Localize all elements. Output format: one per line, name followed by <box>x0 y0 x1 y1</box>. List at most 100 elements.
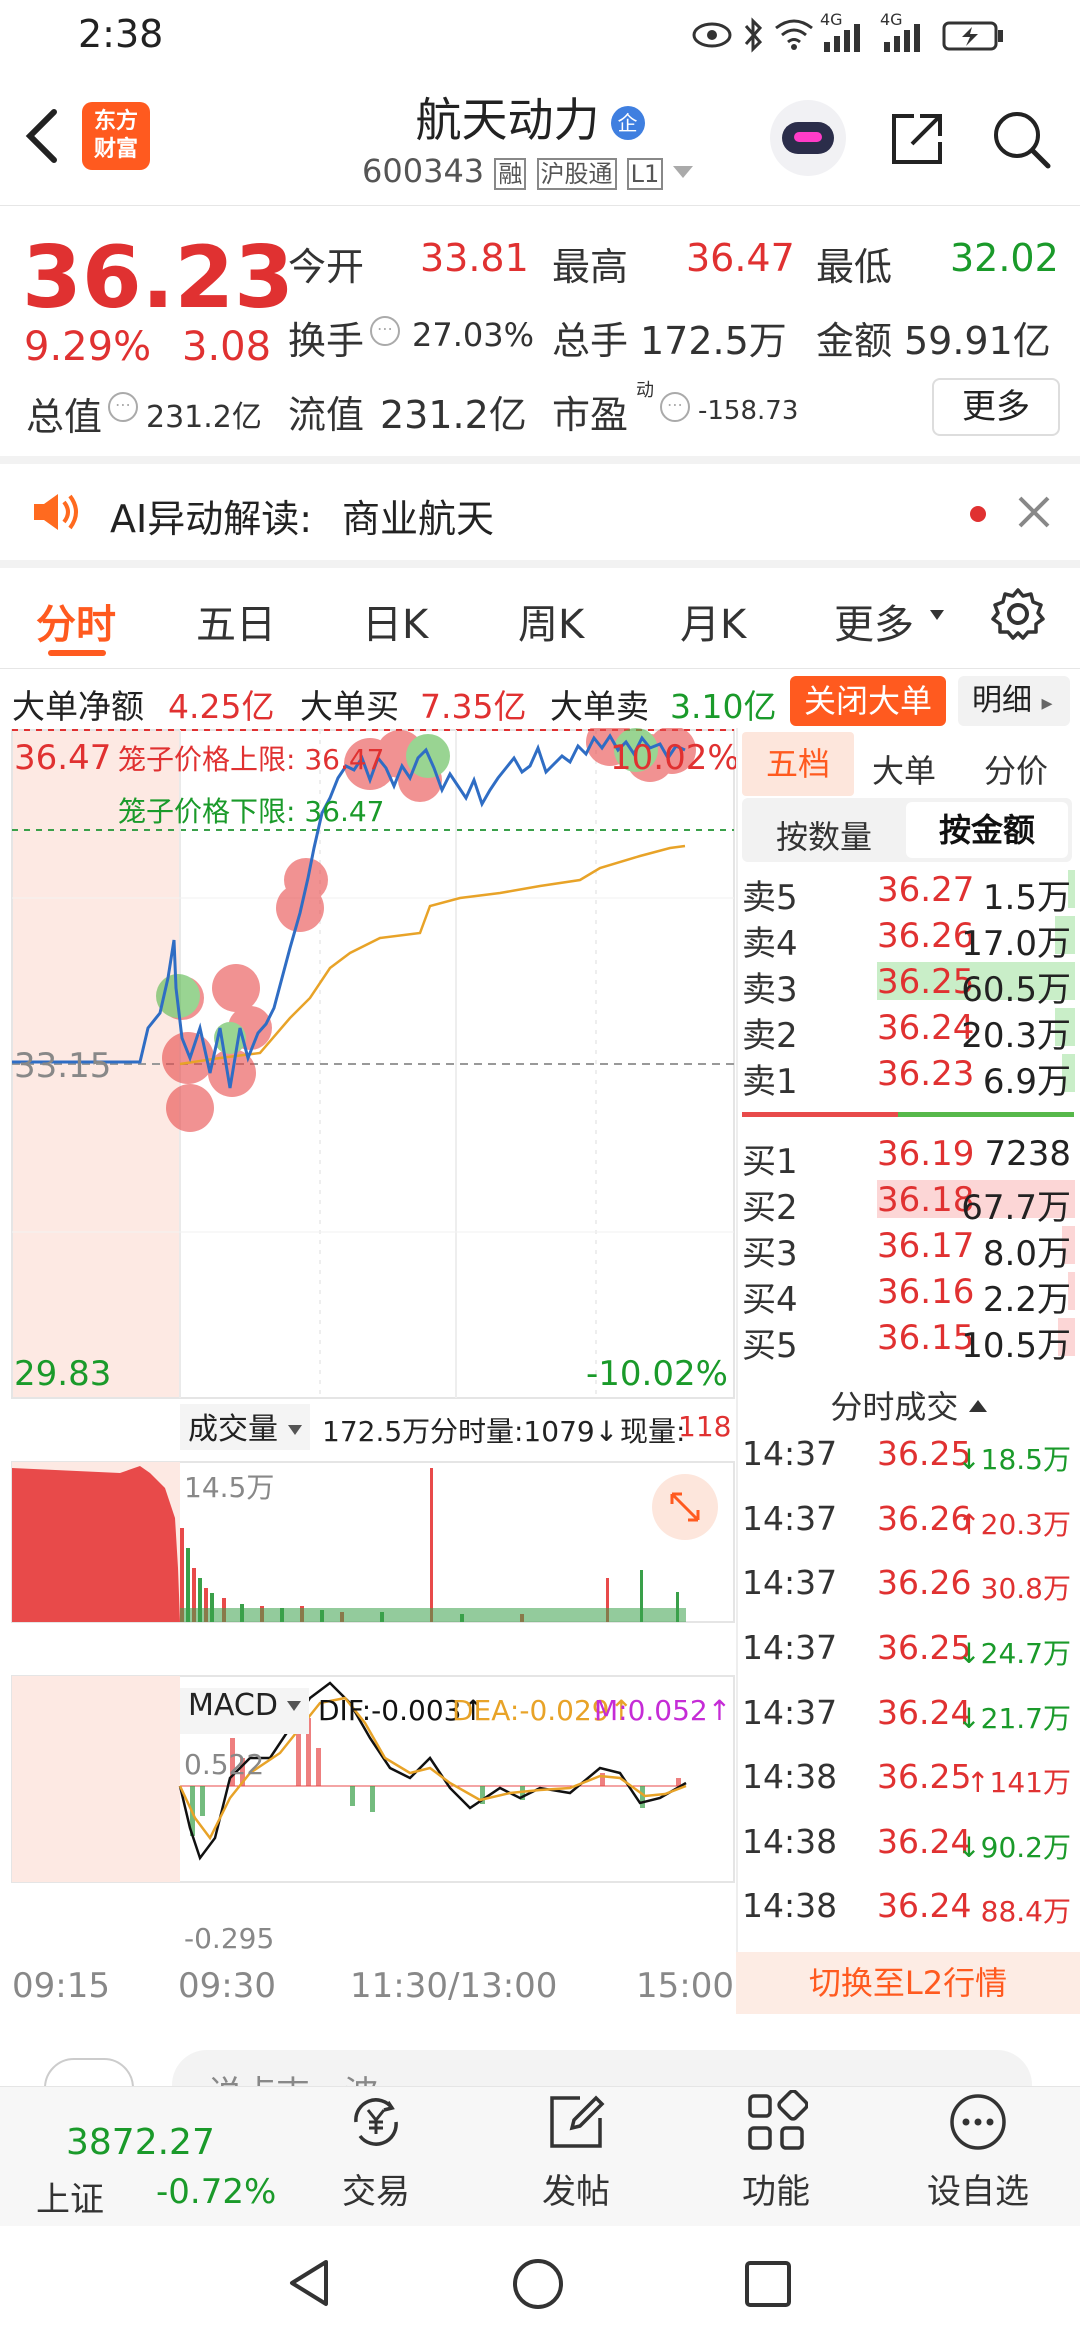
tab-daily-k[interactable]: 日K <box>362 592 428 650</box>
volume-now-label: 现量: <box>620 1415 686 1448</box>
big-order-net: 4.25亿 <box>168 687 275 726</box>
tab-five-day[interactable]: 五日 <box>196 592 276 650</box>
volume-max: 14.5万 <box>184 1471 275 1504</box>
nav-post-label: 发帖 <box>542 2172 610 2212</box>
trade-time: 14:37 <box>742 1498 838 1538</box>
robot-avatar[interactable] <box>770 100 846 176</box>
more-button[interactable]: 更多 <box>932 378 1060 436</box>
orderbook-tab-big[interactable]: 大单 <box>872 746 936 792</box>
expand-chart-button[interactable] <box>652 1474 718 1540</box>
nav-settings-watchlist[interactable]: 设自选 <box>898 2090 1058 2213</box>
level-volume: 7238 <box>984 1134 1071 1174</box>
system-nav <box>0 2226 1080 2340</box>
share-icon[interactable] <box>886 108 948 170</box>
switch-l2-label: 切换至L2行情 <box>808 1964 1008 2002</box>
comment-bar: 说点吉一波 <box>0 2016 1080 2086</box>
sell-level[interactable]: 卖3 36.25 60.5万 <box>742 958 1075 1010</box>
info-icon[interactable]: ⋯ <box>108 392 138 422</box>
pe-value: -158.73 <box>698 396 799 426</box>
subtab-amount-label: 按金额 <box>938 811 1035 849</box>
subtab-quantity[interactable]: 按数量 <box>776 812 872 858</box>
stock-name: 航天动力 <box>415 93 600 147</box>
more-circle-icon <box>950 2094 1006 2150</box>
level-price: 36.16 <box>877 1272 975 1312</box>
chart-mid-price: 33.15 <box>14 1046 112 1086</box>
nav-trade[interactable]: 交易 <box>296 2090 456 2213</box>
buy-level[interactable]: 买5 36.15 10.5万 <box>742 1314 1075 1366</box>
chart-bottom-pct: -10.02% <box>586 1354 728 1394</box>
tab-monthly-k[interactable]: 月K <box>680 592 746 650</box>
ai-banner[interactable]: AI异动解读: 商业航天 <box>0 464 1080 560</box>
trade-row: 14:38 36.24 ↓90.2万 <box>742 1818 1075 1866</box>
index-widget[interactable]: 3872.27 上证 -0.72% <box>0 2086 276 2226</box>
level-label: 卖1 <box>742 1062 798 1102</box>
tab-indicator <box>48 650 106 656</box>
volume-period: 分时量:1079↓ <box>430 1415 619 1448</box>
trade-price: 36.25 <box>877 1757 972 1797</box>
tab-weekly-k[interactable]: 周K <box>518 592 584 650</box>
trade-amount: ↓90.2万 <box>957 1830 1071 1864</box>
search-icon[interactable] <box>990 108 1052 170</box>
trade-row: 14:37 36.24 ↓21.7万 <box>742 1689 1075 1737</box>
logo-line-2: 财富 <box>93 137 138 162</box>
subtab-amount[interactable]: 按金额 <box>906 802 1068 858</box>
close-icon[interactable] <box>1016 494 1052 530</box>
orderbook-tab-price[interactable]: 分价 <box>984 746 1048 792</box>
trades-header[interactable]: 分时成交 <box>742 1382 1075 1428</box>
trade-row: 14:37 36.26 ↑20.3万 <box>742 1495 1075 1543</box>
macd-selector[interactable]: MACD <box>180 1688 310 1734</box>
info-icon-pe[interactable]: ⋯ <box>660 392 690 422</box>
sell-level[interactable]: 卖5 36.27 1.5万 <box>742 866 1075 918</box>
trade-time: 14:37 <box>742 1692 838 1732</box>
volume-selector[interactable]: 成交量 <box>180 1404 310 1450</box>
amount-value: 59.91亿 <box>904 319 1051 363</box>
macd-selector-chevron-icon <box>287 1701 302 1711</box>
index-change: -0.72% <box>156 2172 277 2212</box>
switch-l2-button[interactable]: 切换至L2行情 <box>736 1952 1080 2014</box>
buy-level[interactable]: 买1 36.19 7238 <box>742 1130 1075 1182</box>
tab-more[interactable]: 更多 <box>834 592 914 650</box>
nav-post[interactable]: 发帖 <box>496 2090 656 2213</box>
back-icon[interactable] <box>22 106 62 166</box>
ai-banner-topic: 商业航天 <box>342 497 495 541</box>
sell-level[interactable]: 卖2 36.24 20.3万 <box>742 1004 1075 1056</box>
stock-code-row[interactable]: 600343 融 沪股通 L1 <box>362 152 694 190</box>
signal-icon <box>824 24 860 52</box>
low-label: 最低 <box>816 245 893 289</box>
nav-settings-label: 设自选 <box>927 2172 1029 2212</box>
volume-value: 172.5万 <box>640 319 787 363</box>
orderbook-tab-five[interactable]: 五档 <box>742 732 854 796</box>
high-label: 最高 <box>552 245 629 289</box>
home-circle-icon[interactable] <box>510 2256 566 2312</box>
back-triangle-icon[interactable] <box>284 2256 334 2310</box>
nav-functions[interactable]: 功能 <box>696 2089 856 2213</box>
trade-time: 14:37 <box>742 1563 838 1603</box>
wifi-icon <box>775 19 813 50</box>
float-cap-label: 流值 <box>288 393 365 437</box>
float-cap-value: 231.2亿 <box>380 393 527 437</box>
gear-icon[interactable] <box>990 586 1046 642</box>
detail-button[interactable]: 明细 ▸ <box>958 676 1070 726</box>
app-logo[interactable]: 东方 财富 <box>82 102 150 170</box>
recents-square-icon[interactable] <box>742 2258 794 2310</box>
tab-intraday[interactable]: 分时 <box>36 592 116 650</box>
yen-cycle-icon <box>354 2098 398 2146</box>
sell-level[interactable]: 卖1 36.23 6.9万 <box>742 1050 1075 1102</box>
nav-trade-label: 交易 <box>342 2172 410 2212</box>
buy-level[interactable]: 买2 36.18 67.7万 <box>742 1176 1075 1228</box>
pe-label: 市盈 <box>552 393 629 437</box>
buy-level[interactable]: 买4 36.16 2.2万 <box>742 1268 1075 1320</box>
amount-label: 金额 <box>816 319 893 363</box>
macd-pre-shade <box>12 1676 180 1882</box>
buy-level[interactable]: 买3 36.17 8.0万 <box>742 1222 1075 1274</box>
info-icon-turnover[interactable]: ⋯ <box>370 316 400 346</box>
detail-label: 明细 <box>972 683 1032 718</box>
unread-dot <box>970 506 986 522</box>
robot-eyes <box>794 132 822 142</box>
big-order-bar: 大单净额 4.25亿 大单买 7.35亿 大单卖 3.10亿 关闭大单 明细 ▸ <box>0 670 1080 730</box>
volume-now: 118 <box>678 1410 732 1443</box>
sell-level[interactable]: 卖4 36.26 17.0万 <box>742 912 1075 964</box>
close-big-order-button[interactable]: 关闭大单 <box>790 676 946 726</box>
comment-list-button[interactable] <box>44 2058 134 2086</box>
trade-amount: ↑141万 <box>966 1766 1071 1800</box>
